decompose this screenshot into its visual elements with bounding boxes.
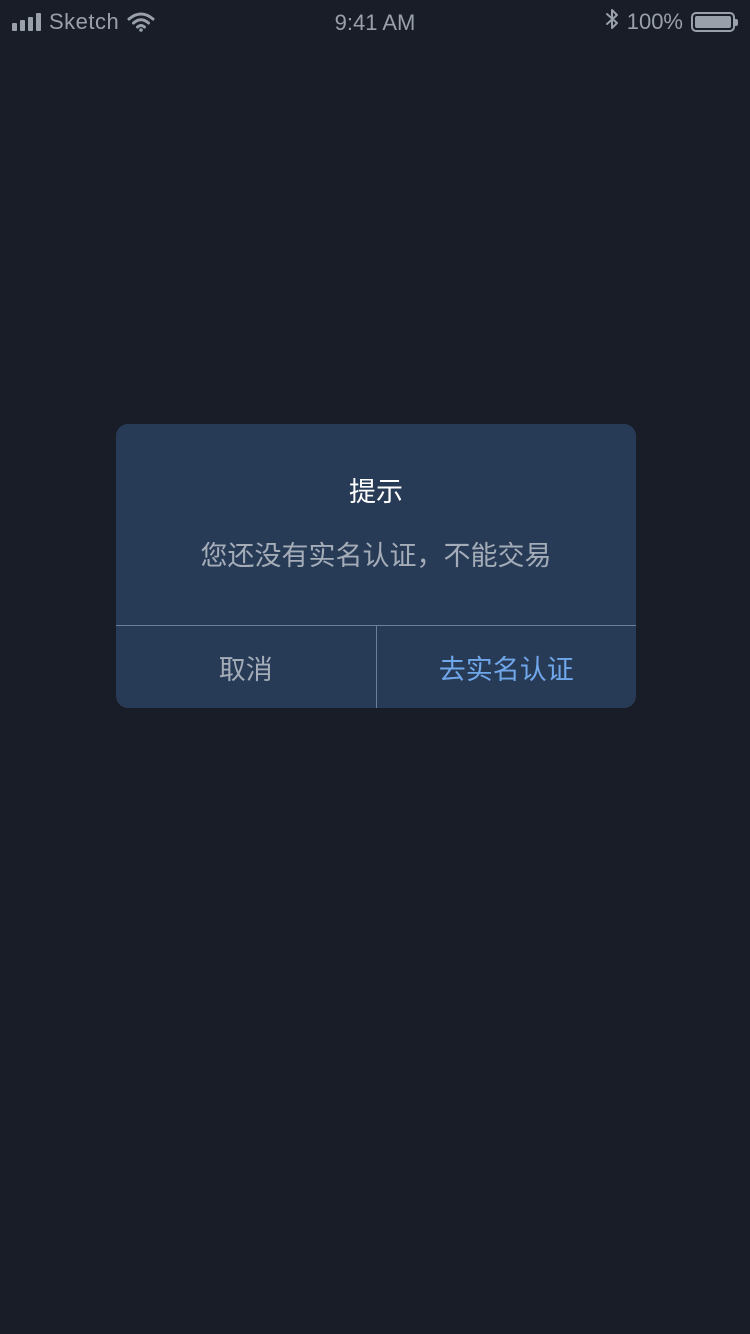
status-bar: Sketch 9:41 AM 100% <box>0 0 750 44</box>
verify-identity-button[interactable]: 去实名认证 <box>377 626 637 708</box>
battery-icon <box>691 12 738 32</box>
alert-actions: 取消 去实名认证 <box>116 625 636 708</box>
status-left: Sketch <box>12 8 155 36</box>
wifi-icon <box>127 12 155 32</box>
battery-fill <box>695 16 731 28</box>
bluetooth-icon <box>605 7 619 37</box>
alert-title: 提示 <box>349 477 403 508</box>
carrier-name: Sketch <box>49 9 120 34</box>
signal-bars-icon <box>12 13 41 31</box>
battery-percent: 100% <box>626 9 683 34</box>
screen: Sketch 9:41 AM 100% 提示 您还没有实名认证，不能交易 取消 … <box>0 0 750 1334</box>
alert-body: 提示 您还没有实名认证，不能交易 <box>116 424 636 626</box>
status-right: 100% <box>605 8 738 36</box>
cancel-button[interactable]: 取消 <box>116 626 377 708</box>
alert-dialog: 提示 您还没有实名认证，不能交易 取消 去实名认证 <box>116 424 636 708</box>
alert-message: 您还没有实名认证，不能交易 <box>200 541 552 572</box>
